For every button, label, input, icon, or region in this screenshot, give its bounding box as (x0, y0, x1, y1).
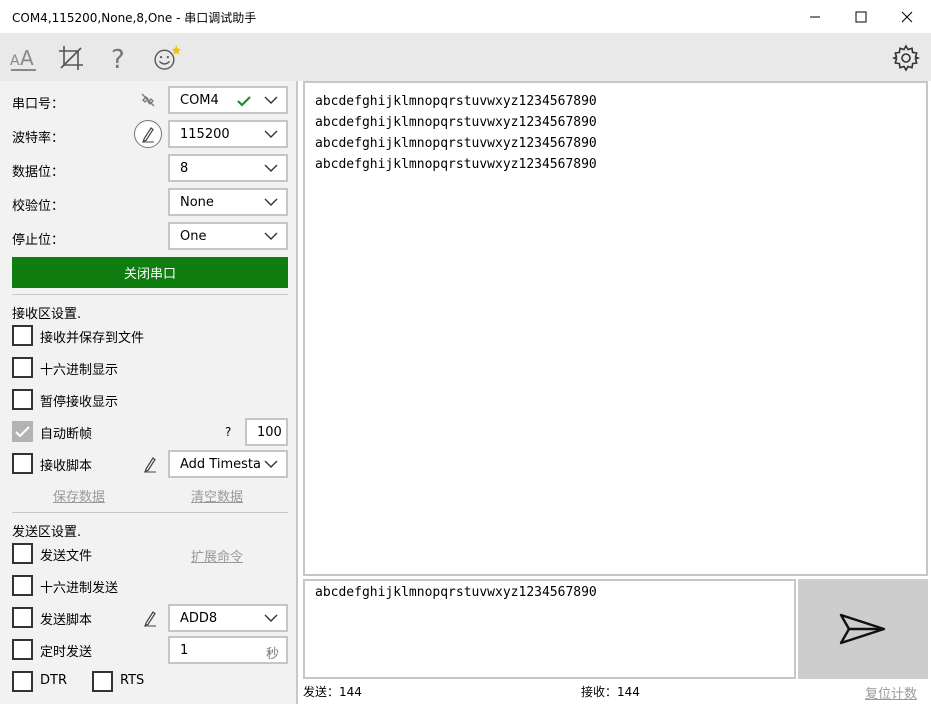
pause-display-checkbox[interactable] (12, 389, 33, 410)
parity-select[interactable]: None (168, 188, 288, 216)
port-label: 串口号： (12, 97, 65, 112)
receive-script-value: Add Timesta (180, 457, 261, 472)
baud-label: 波特率： (12, 131, 65, 146)
send-icon (839, 613, 886, 645)
parity-label: 校验位： (12, 199, 65, 214)
receive-script-select[interactable]: Add Timesta (168, 450, 288, 478)
connected-check-icon (237, 96, 251, 107)
maximize-button[interactable] (838, 0, 884, 33)
send-script-edit-icon[interactable] (142, 609, 158, 631)
chevron-down-icon (264, 614, 278, 622)
auto-frame-value: 100 (257, 425, 282, 440)
receive-settings-title: 接收区设置. (12, 307, 82, 322)
receive-script-checkbox[interactable] (12, 453, 33, 474)
reset-count-link[interactable]: 复位计数 (865, 683, 917, 702)
toolbar: A A ? (0, 33, 931, 81)
close-window-button[interactable] (884, 0, 930, 33)
chevron-down-icon (264, 198, 278, 206)
auto-frame-label: 自动断帧 (40, 427, 93, 442)
chevron-down-icon (264, 164, 278, 172)
chevron-down-icon (264, 130, 278, 138)
send-script-label: 发送脚本 (40, 613, 93, 628)
stop-bits-label: 停止位： (12, 233, 65, 248)
parity-value: None (180, 195, 214, 210)
svg-text:A: A (10, 53, 20, 69)
dtr-label: DTR (40, 673, 67, 688)
rts-label: RTS (120, 673, 145, 688)
received-count: 接收：144 (581, 685, 640, 699)
font-size-icon[interactable]: A A (6, 41, 40, 75)
chevron-down-icon (264, 96, 278, 104)
timed-send-checkbox[interactable] (12, 639, 33, 660)
stop-bits-value: One (180, 229, 207, 244)
timed-send-label: 定时发送 (40, 645, 93, 660)
svg-text:?: ? (111, 45, 125, 73)
save-to-file-label: 接收并保存到文件 (40, 331, 145, 346)
send-script-value: ADD8 (180, 611, 218, 626)
receive-content: abcdefghijklmnopqrstuvwxyz1234567890 abc… (315, 94, 597, 172)
send-settings-title: 发送区设置. (12, 525, 82, 540)
svg-text:A: A (20, 46, 34, 70)
receive-textarea[interactable]: abcdefghijklmnopqrstuvwxyz1234567890 abc… (303, 81, 928, 576)
timed-send-input[interactable]: 1 秒 (168, 636, 288, 664)
dtr-checkbox[interactable] (12, 671, 33, 692)
data-bits-label: 数据位： (12, 165, 65, 180)
close-port-button[interactable]: 关闭串口 (12, 257, 288, 288)
chevron-down-icon (264, 232, 278, 240)
settings-icon[interactable] (889, 41, 923, 75)
send-textarea[interactable]: abcdefghijklmnopqrstuvwxyz1234567890 (303, 579, 796, 679)
help-icon[interactable]: ? (102, 41, 136, 75)
send-script-checkbox[interactable] (12, 607, 33, 628)
baud-value: 115200 (180, 127, 230, 142)
pen-icon (142, 127, 154, 143)
checkmark-icon (15, 426, 30, 438)
data-bits-select[interactable]: 8 (168, 154, 288, 182)
receive-script-label: 接收脚本 (40, 459, 93, 474)
hex-display-checkbox[interactable] (12, 357, 33, 378)
send-button[interactable] (798, 579, 928, 679)
minimize-icon (810, 16, 820, 17)
divider (12, 512, 288, 513)
port-disconnect-icon[interactable] (140, 92, 156, 112)
baud-edit-button[interactable] (134, 120, 162, 148)
port-select[interactable]: COM4 (168, 86, 288, 114)
save-to-file-checkbox[interactable] (12, 325, 33, 346)
minimize-button[interactable] (792, 0, 838, 33)
baud-select[interactable]: 115200 (168, 120, 288, 148)
maximize-icon (855, 11, 867, 22)
timed-send-value: 1 (180, 643, 189, 658)
extend-command-link[interactable]: 扩展命令 (191, 546, 243, 565)
smiley-icon[interactable] (150, 41, 184, 75)
title-bar: COM4,115200,None,8,One - 串口调试助手 (0, 0, 931, 33)
rts-checkbox[interactable] (92, 671, 113, 692)
auto-frame-checkbox[interactable] (12, 421, 33, 442)
left-panel-scrollbar[interactable] (296, 81, 298, 704)
clear-data-link[interactable]: 清空数据 (191, 486, 243, 505)
send-file-label: 发送文件 (40, 549, 93, 564)
save-data-link[interactable]: 保存数据 (53, 486, 105, 505)
send-file-checkbox[interactable] (12, 543, 33, 564)
window-title: COM4,115200,None,8,One - 串口调试助手 (12, 11, 257, 25)
auto-frame-input[interactable]: 100 (245, 418, 288, 446)
send-script-select[interactable]: ADD8 (168, 604, 288, 632)
chevron-down-icon (264, 460, 278, 468)
hex-send-label: 十六进制发送 (40, 581, 119, 596)
send-content: abcdefghijklmnopqrstuvwxyz1234567890 (315, 585, 597, 600)
receive-script-edit-icon[interactable] (142, 455, 158, 477)
auto-frame-help[interactable]: ? (225, 425, 231, 439)
hex-display-label: 十六进制显示 (40, 363, 119, 378)
sent-count: 发送：144 (303, 685, 362, 699)
data-bits-value: 8 (180, 161, 189, 176)
timed-send-unit: 秒 (266, 647, 280, 662)
close-icon (901, 11, 913, 22)
stop-bits-select[interactable]: One (168, 222, 288, 250)
pause-display-label: 暂停接收显示 (40, 395, 119, 410)
hex-send-checkbox[interactable] (12, 575, 33, 596)
crop-icon[interactable] (54, 41, 88, 75)
divider (12, 294, 288, 295)
